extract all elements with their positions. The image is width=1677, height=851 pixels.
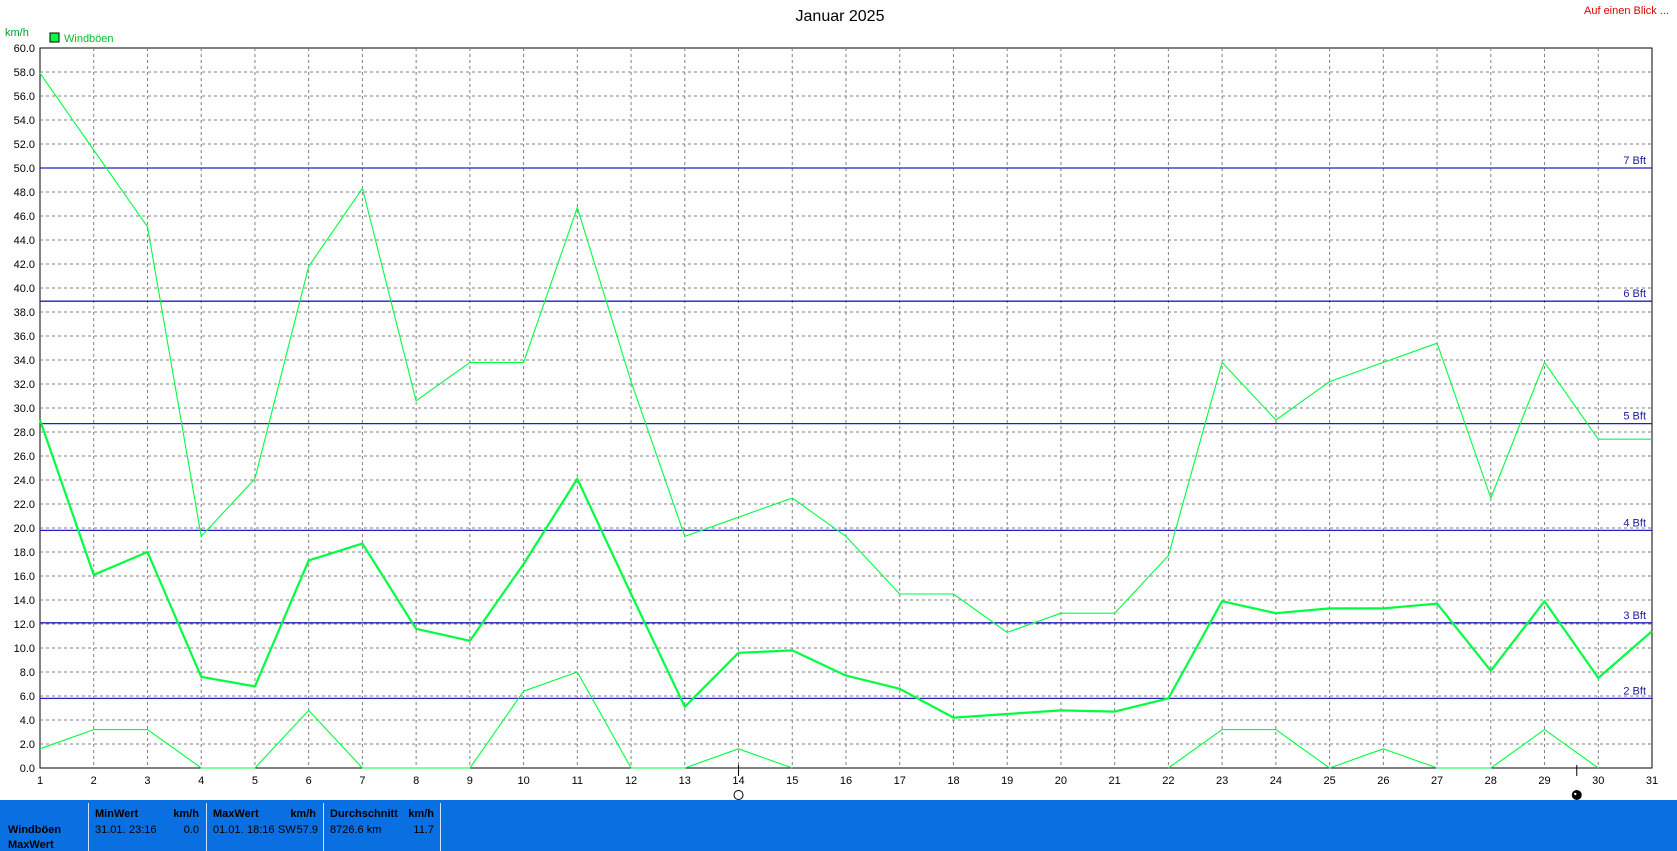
x-tick-label: 7 xyxy=(359,775,365,787)
beaufort-label: 5 Bft xyxy=(1623,411,1646,423)
x-tick-label: 25 xyxy=(1323,775,1335,787)
y-tick-label: 42.0 xyxy=(14,259,35,271)
beaufort-label: 2 Bft xyxy=(1623,685,1646,697)
full-moon-icon xyxy=(733,790,744,800)
x-tick-label: 16 xyxy=(840,775,852,787)
y-tick-label: 48.0 xyxy=(14,187,35,199)
x-tick-label: 4 xyxy=(198,775,204,787)
row-label-maxwert: MaxWert xyxy=(8,839,54,851)
min-value-box: MinWert km/h 31.01. 23:16 0.0 xyxy=(88,803,205,851)
x-tick-label: 8 xyxy=(413,775,419,787)
min-unit: km/h xyxy=(173,808,199,820)
x-tick-label: 1 xyxy=(37,775,43,787)
x-tick-label: 18 xyxy=(947,775,959,787)
y-tick-label: 10.0 xyxy=(14,643,35,655)
x-tick-label: 10 xyxy=(517,775,529,787)
x-tick-label: 30 xyxy=(1592,775,1604,787)
x-tick-label: 26 xyxy=(1377,775,1389,787)
average-box: Durchschnitt km/h 8726.6 km 11.7 xyxy=(323,803,441,851)
x-tick-label: 17 xyxy=(894,775,906,787)
max-dir: SW xyxy=(278,824,296,836)
y-axis-unit: km/h xyxy=(5,27,29,39)
x-tick-label: 21 xyxy=(1109,775,1121,787)
legend-label: Windböen xyxy=(64,33,114,45)
x-tick-label: 23 xyxy=(1216,775,1228,787)
max-value-box: MaxWert km/h 01.01. 18:16 SW 57.9 xyxy=(206,803,322,851)
beaufort-label: 7 Bft xyxy=(1623,155,1646,167)
x-tick-label: 27 xyxy=(1431,775,1443,787)
min-date: 31.01. xyxy=(95,824,126,836)
x-tick-label: 29 xyxy=(1538,775,1550,787)
x-tick-label: 15 xyxy=(786,775,798,787)
avg-unit: km/h xyxy=(408,808,434,820)
glance-link[interactable]: Auf einen Blick ... xyxy=(1584,5,1669,17)
x-tick-label: 19 xyxy=(1001,775,1013,787)
max-unit: km/h xyxy=(290,808,316,820)
y-tick-label: 14.0 xyxy=(14,595,35,607)
y-tick-label: 2.0 xyxy=(20,739,35,751)
x-tick-label: 6 xyxy=(306,775,312,787)
y-tick-label: 30.0 xyxy=(14,403,35,415)
y-tick-label: 24.0 xyxy=(14,475,35,487)
y-tick-label: 32.0 xyxy=(14,379,35,391)
y-tick-label: 12.0 xyxy=(14,619,35,631)
x-tick-label: 13 xyxy=(679,775,691,787)
y-tick-label: 50.0 xyxy=(14,163,35,175)
y-tick-label: 60.0 xyxy=(14,43,35,55)
max-value: 57.9 xyxy=(296,824,318,836)
y-tick-label: 52.0 xyxy=(14,139,35,151)
y-tick-label: 38.0 xyxy=(14,307,35,319)
x-tick-label: 24 xyxy=(1270,775,1282,787)
y-tick-label: 22.0 xyxy=(14,499,35,511)
max-time: 18:16 xyxy=(247,824,275,836)
new-moon-highlight xyxy=(1574,792,1577,796)
y-tick-label: 40.0 xyxy=(14,283,35,295)
stats-footer: Windböen MaxWert MinWert km/h 31.01. 23:… xyxy=(0,800,1677,851)
new-moon-icon xyxy=(1571,790,1582,800)
x-tick-label: 9 xyxy=(467,775,473,787)
y-tick-label: 46.0 xyxy=(14,211,35,223)
x-tick-label: 11 xyxy=(572,775,583,787)
x-tick-label: 20 xyxy=(1055,775,1067,787)
avg-value: 11.7 xyxy=(413,824,434,836)
max-head: MaxWert xyxy=(213,808,259,820)
x-tick-label: 5 xyxy=(252,775,258,787)
min-value: 0.0 xyxy=(183,824,199,836)
y-tick-label: 26.0 xyxy=(14,451,35,463)
chart-title: Januar 2025 xyxy=(796,8,885,25)
y-tick-label: 18.0 xyxy=(14,547,35,559)
x-tick-label: 3 xyxy=(144,775,150,787)
y-tick-label: 16.0 xyxy=(14,571,35,583)
row-label-windboeen: Windböen xyxy=(8,824,62,836)
y-tick-label: 20.0 xyxy=(14,523,35,535)
y-tick-label: 44.0 xyxy=(14,235,35,247)
beaufort-label: 4 Bft xyxy=(1623,517,1646,529)
y-tick-label: 28.0 xyxy=(14,427,35,439)
y-tick-label: 36.0 xyxy=(14,331,35,343)
x-tick-label: 28 xyxy=(1485,775,1497,787)
y-tick-label: 6.0 xyxy=(20,691,35,703)
x-tick-label: 12 xyxy=(625,775,637,787)
x-tick-label: 14 xyxy=(732,775,744,787)
beaufort-label: 3 Bft xyxy=(1623,610,1646,622)
y-tick-label: 0.0 xyxy=(20,763,35,775)
y-tick-label: 8.0 xyxy=(20,667,35,679)
x-tick-label: 31 xyxy=(1646,775,1658,787)
legend-swatch xyxy=(49,32,60,43)
beaufort-label: 6 Bft xyxy=(1623,288,1646,300)
avg-distance: 8726.6 km xyxy=(330,824,382,836)
y-tick-label: 56.0 xyxy=(14,91,35,103)
max-date: 01.01. xyxy=(213,824,244,836)
y-tick-label: 34.0 xyxy=(14,355,35,367)
x-tick-label: 22 xyxy=(1162,775,1174,787)
min-head: MinWert xyxy=(95,808,139,820)
min-time: 23:16 xyxy=(129,824,157,836)
avg-head: Durchschnitt xyxy=(330,808,398,820)
x-tick-label: 2 xyxy=(91,775,97,787)
y-tick-label: 54.0 xyxy=(14,115,35,127)
wind-gust-chart: Januar 2025 km/h Windböen 0.0 2.0 4.0 6.0 8.… xyxy=(5,8,1658,800)
y-tick-label: 58.0 xyxy=(14,67,35,79)
y-tick-label: 4.0 xyxy=(20,715,35,727)
